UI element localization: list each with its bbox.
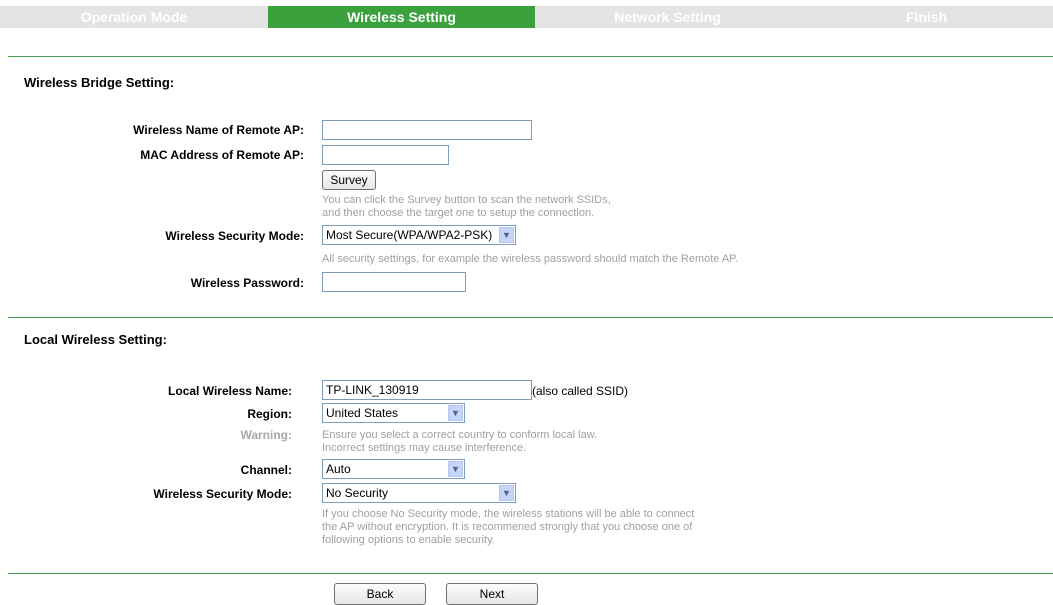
next-button[interactable]: Next <box>446 583 538 605</box>
bridge-security-hint: All security settings, for example the w… <box>322 253 739 265</box>
step-network-setting: Network Setting <box>535 6 800 28</box>
bridge-section-title: Wireless Bridge Setting: <box>24 75 175 90</box>
survey-button[interactable]: Survey <box>322 170 376 190</box>
region-select[interactable]: United States ▼ <box>322 403 465 423</box>
channel-select[interactable]: Auto ▼ <box>322 459 465 479</box>
region-value: United States <box>326 406 399 420</box>
bridge-security-mode-label: Wireless Security Mode: <box>165 229 304 243</box>
bridge-password-input[interactable] <box>322 272 466 292</box>
mac-address-label: MAC Address of Remote AP: <box>140 148 304 162</box>
step-operation-mode: Operation Mode <box>0 6 268 28</box>
mac-address-input[interactable] <box>322 145 449 165</box>
channel-label: Channel: <box>240 463 292 477</box>
chevron-down-icon[interactable]: ▼ <box>448 405 463 421</box>
local-security-mode-value: No Security <box>326 486 389 500</box>
local-section-title: Local Wireless Setting: <box>24 332 167 347</box>
local-name-label: Local Wireless Name: <box>168 384 292 398</box>
chevron-down-icon[interactable]: ▼ <box>499 227 514 243</box>
local-security-hint-line-2: the AP without encryption. It is recomme… <box>322 521 693 533</box>
remote-ap-name-input[interactable] <box>322 120 532 140</box>
chevron-down-icon[interactable]: ▼ <box>448 461 463 477</box>
local-security-hint-line-3: following options to enable security. <box>322 534 495 546</box>
step-wireless-setting: Wireless Setting <box>268 6 535 28</box>
local-security-mode-label: Wireless Security Mode: <box>153 487 292 501</box>
bridge-security-mode-value: Most Secure(WPA/WPA2-PSK) <box>326 228 493 242</box>
chevron-down-icon[interactable]: ▼ <box>499 485 514 501</box>
warning-label: Warning: <box>240 428 292 442</box>
divider-middle <box>8 317 1053 318</box>
back-button[interactable]: Back <box>334 583 426 605</box>
local-security-mode-select[interactable]: No Security ▼ <box>322 483 516 503</box>
region-label: Region: <box>247 407 292 421</box>
divider-bottom <box>8 573 1053 574</box>
divider-top <box>8 56 1053 57</box>
bridge-password-label: Wireless Password: <box>190 276 304 290</box>
step-finish: Finish <box>800 6 1053 28</box>
wizard-steps: Operation Mode Wireless Setting Network … <box>0 0 1053 28</box>
local-name-input[interactable] <box>322 380 532 400</box>
local-security-hint-line-1: If you choose No Security mode, the wire… <box>322 508 695 520</box>
survey-hint-line-2: and then choose the target one to setup … <box>322 207 595 219</box>
ssid-note: (also called SSID) <box>532 384 629 398</box>
remote-ap-name-label: Wireless Name of Remote AP: <box>133 123 304 137</box>
bridge-security-mode-select[interactable]: Most Secure(WPA/WPA2-PSK) ▼ <box>322 225 516 245</box>
warning-line-1: Ensure you select a correct country to c… <box>322 429 598 441</box>
warning-line-2: Incorrect settings may cause interferenc… <box>322 442 527 454</box>
channel-value: Auto <box>326 462 351 476</box>
survey-hint-line-1: You can click the Survey button to scan … <box>322 194 611 206</box>
